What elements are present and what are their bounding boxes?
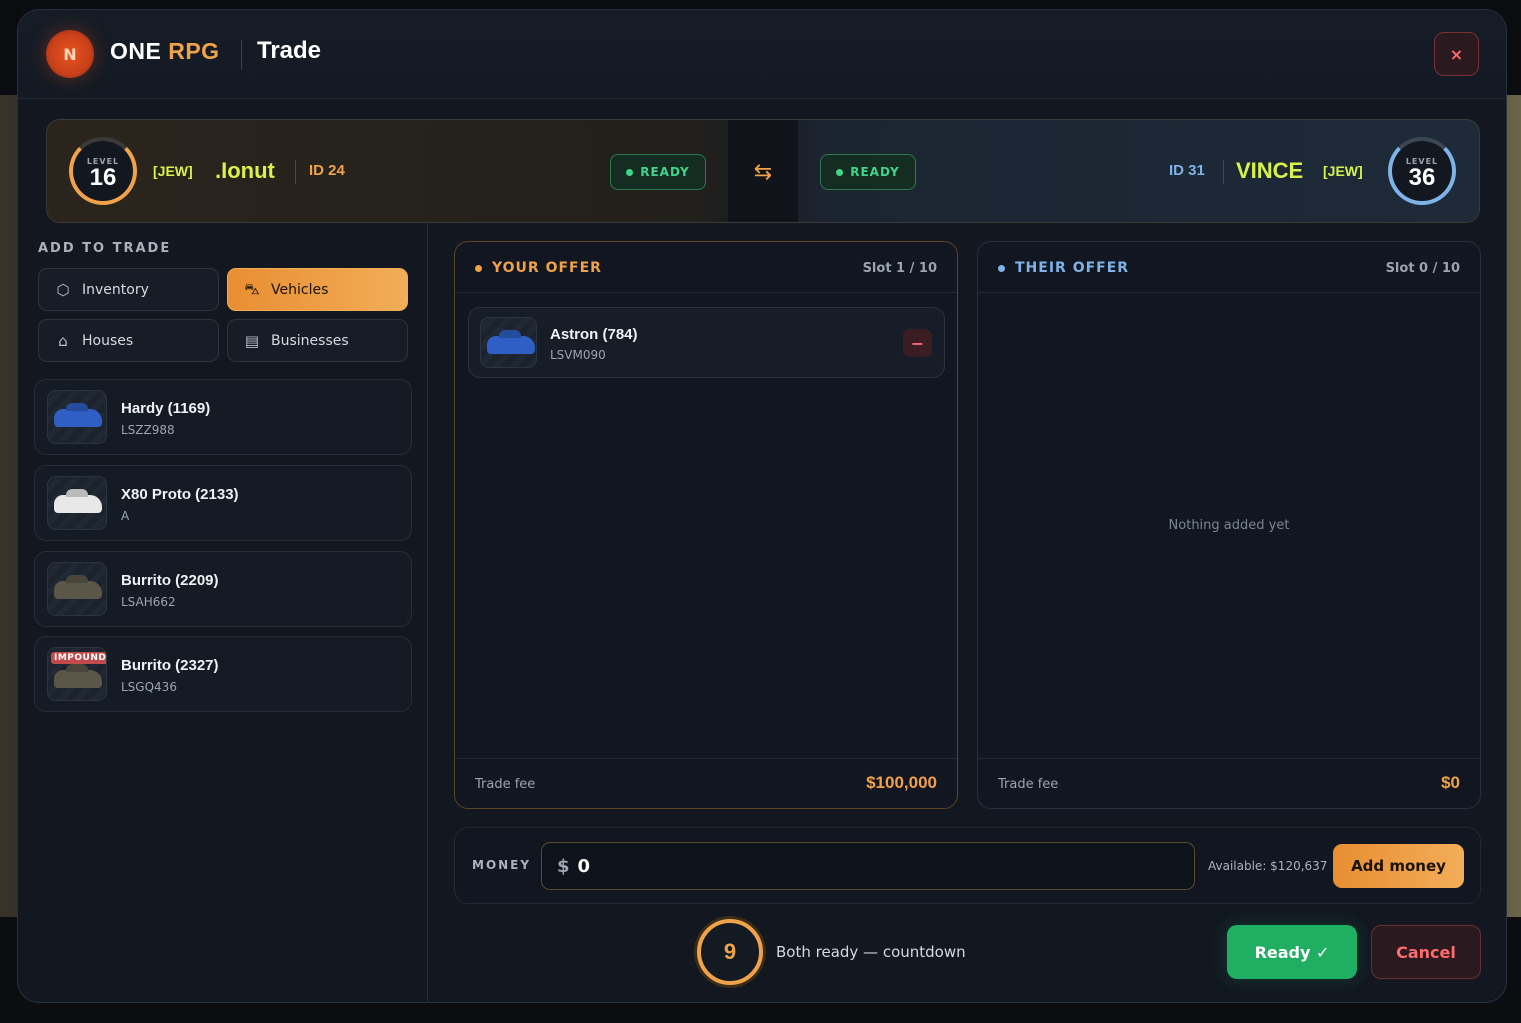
- money-row: MONEY $ Available: $120,637 Add money: [454, 827, 1481, 904]
- category-inventory[interactable]: ⬡ Inventory: [38, 268, 219, 311]
- close-button[interactable]: ×: [1434, 32, 1479, 76]
- countdown-timer: 9: [697, 919, 763, 985]
- sidebar-title: ADD TO TRADE: [38, 241, 172, 256]
- their-offer-footer: Trade fee $0: [978, 758, 1480, 808]
- status-dot-icon: [836, 168, 844, 176]
- trade-fee-value: $0: [1441, 773, 1460, 792]
- vehicle-plate: LSVM090: [550, 348, 606, 362]
- left-ready-badge: READY: [610, 154, 706, 190]
- swap-arrows-icon: ⇆: [753, 159, 773, 185]
- vehicle-name: X80 Proto (2133): [121, 486, 239, 503]
- swap-column: ⇆: [728, 120, 798, 222]
- car-icon: [487, 336, 535, 354]
- van-icon: [54, 670, 102, 688]
- status-dot-icon: [475, 264, 482, 272]
- remove-item-button[interactable]: −: [903, 329, 932, 357]
- their-offer-title: THEIR OFFER: [998, 260, 1129, 276]
- vehicle-list-item[interactable]: IMPOUND Burrito (2327) LSGQ436: [34, 636, 412, 712]
- add-to-trade-sidebar: ADD TO TRADE ⬡ Inventory ⛍ Vehicles ⌂ Ho…: [18, 222, 428, 1002]
- dollar-icon: $: [557, 855, 570, 877]
- right-player-id: ID 31: [1169, 162, 1205, 179]
- players-bar: LEVEL 16 [JEW] .Ionut ID 24 READY ⇆ READ…: [46, 119, 1480, 223]
- store-icon: ▤: [244, 331, 260, 350]
- modal-header: N ONE RPG Trade ×: [18, 10, 1506, 99]
- vehicle-list-item[interactable]: Hardy (1169) LSZZ988: [34, 379, 412, 455]
- your-offer-panel: YOUR OFFER Slot 1 / 10 Astron (784) LSVM…: [454, 241, 958, 809]
- brand-name: ONE RPG: [110, 38, 220, 64]
- close-icon: ×: [1449, 44, 1464, 64]
- minus-icon: −: [910, 333, 925, 353]
- right-level-badge: LEVEL 36: [1388, 137, 1456, 205]
- vehicle-thumbnail: [47, 390, 107, 444]
- brand-logo-icon: N: [46, 30, 94, 78]
- car-icon: ⛍: [244, 279, 260, 298]
- left-player-id: ID 24: [309, 162, 345, 179]
- car-icon: [54, 495, 102, 513]
- vehicle-name: Burrito (2209): [121, 572, 219, 589]
- left-player-tag: [JEW]: [153, 163, 193, 179]
- category-businesses[interactable]: ▤ Businesses: [227, 319, 408, 362]
- offer-item: Astron (784) LSVM090 −: [468, 307, 945, 378]
- page-title: Trade: [257, 37, 322, 64]
- your-offer-title: YOUR OFFER: [475, 260, 602, 276]
- status-dot-icon: [626, 168, 634, 176]
- cube-icon: ⬡: [56, 280, 70, 299]
- vehicle-thumbnail: [47, 476, 107, 530]
- your-offer-footer: Trade fee $100,000: [455, 758, 957, 808]
- left-level-badge: LEVEL 16: [69, 137, 137, 205]
- status-dot-icon: [998, 264, 1005, 272]
- your-offer-header: YOUR OFFER Slot 1 / 10: [455, 242, 957, 293]
- vehicle-thumbnail: IMPOUND: [47, 647, 107, 701]
- add-money-button[interactable]: Add money: [1333, 844, 1464, 888]
- vehicle-name: Burrito (2327): [121, 657, 219, 674]
- category-houses[interactable]: ⌂ Houses: [38, 319, 219, 362]
- their-offer-panel: THEIR OFFER Slot 0 / 10 Nothing added ye…: [977, 241, 1481, 809]
- ready-button[interactable]: Ready ✓: [1227, 925, 1357, 979]
- right-player-tag: [JEW]: [1323, 163, 1363, 179]
- cancel-button[interactable]: Cancel: [1371, 925, 1481, 979]
- right-ready-badge: READY: [820, 154, 916, 190]
- trade-fee-label: Trade fee: [475, 777, 536, 792]
- money-label: MONEY: [472, 858, 532, 872]
- your-offer-slot-count: Slot 1 / 10: [862, 261, 937, 276]
- empty-state-text: Nothing added yet: [1168, 518, 1290, 533]
- vehicle-thumbnail: [480, 317, 537, 368]
- vehicle-plate: A: [121, 509, 130, 523]
- left-divider: [295, 160, 296, 184]
- trade-fee-value: $100,000: [866, 773, 937, 792]
- right-player-name: VINCE: [1236, 158, 1304, 183]
- countdown-text: Both ready — countdown: [776, 943, 966, 961]
- car-icon: [54, 409, 102, 427]
- impound-badge: IMPOUND: [51, 652, 106, 664]
- van-icon: [54, 581, 102, 599]
- header-divider: [241, 40, 242, 70]
- vehicle-name: Hardy (1169): [121, 400, 211, 417]
- house-icon: ⌂: [58, 331, 68, 350]
- left-player-name: .Ionut: [215, 158, 275, 183]
- vehicle-list-item[interactable]: Burrito (2209) LSAH662: [34, 551, 412, 627]
- vehicle-plate: LSZZ988: [121, 423, 175, 437]
- vehicle-plate: LSGQ436: [121, 680, 177, 694]
- money-input-wrapper: $: [541, 842, 1195, 890]
- their-offer-header: THEIR OFFER Slot 0 / 10: [978, 242, 1480, 293]
- trade-fee-label: Trade fee: [998, 777, 1059, 792]
- vehicle-list-item[interactable]: X80 Proto (2133) A: [34, 465, 412, 541]
- available-balance: Available: $120,637: [1208, 859, 1328, 873]
- money-input[interactable]: [577, 855, 1138, 877]
- trade-modal: N ONE RPG Trade × LEVEL 16 [JEW] .Ionut …: [17, 9, 1507, 1003]
- right-divider: [1223, 160, 1224, 184]
- vehicle-thumbnail: [47, 562, 107, 616]
- category-vehicles[interactable]: ⛍ Vehicles: [227, 268, 408, 311]
- vehicle-plate: LSAH662: [121, 595, 176, 609]
- their-offer-slot-count: Slot 0 / 10: [1385, 261, 1460, 276]
- vehicle-name: Astron (784): [550, 326, 638, 343]
